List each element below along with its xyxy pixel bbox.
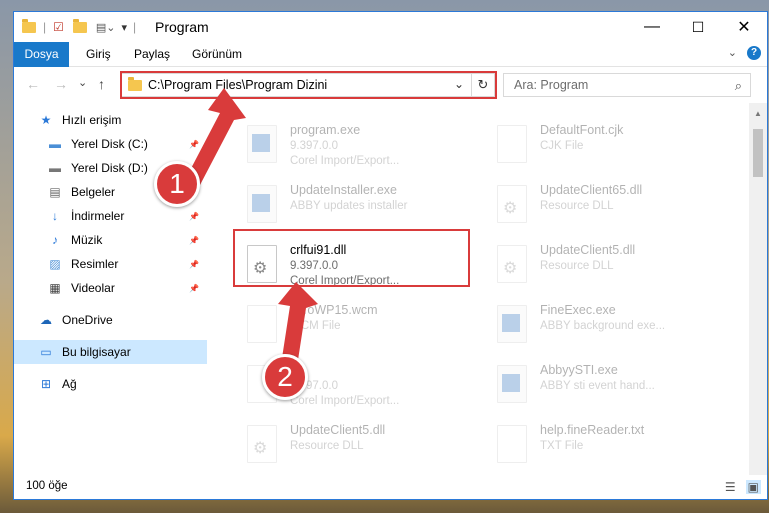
step-2-badge: 2 [262,354,308,400]
arrow-2 [278,282,318,360]
annotation-arrows [186,88,318,360]
step-1-badge: 1 [154,161,200,207]
